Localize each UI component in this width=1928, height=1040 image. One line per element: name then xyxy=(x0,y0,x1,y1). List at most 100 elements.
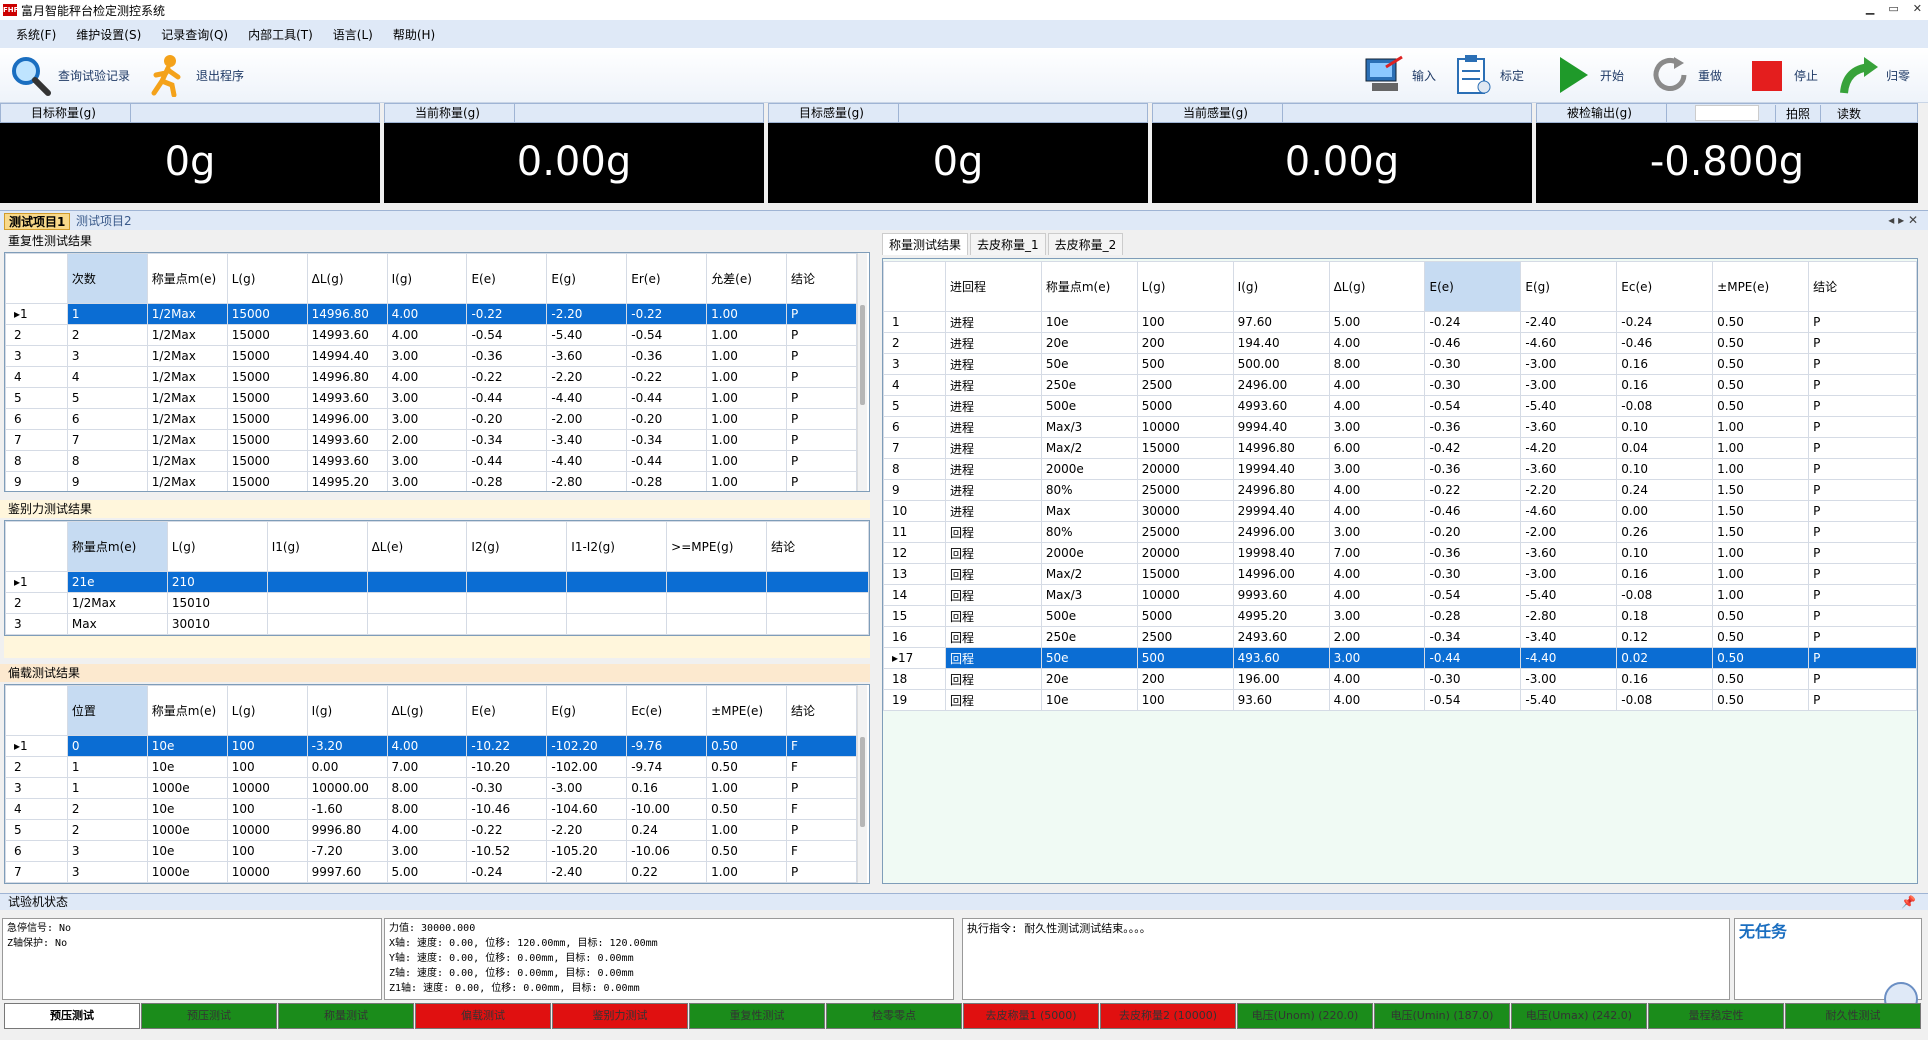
table-cell[interactable]: -0.20 xyxy=(466,408,548,430)
table-cell[interactable]: -0.54 xyxy=(1424,689,1522,711)
table-row[interactable]: 4 2 10e 100 -1.60 8.00 -10.46 -104.60 -10.00 0.50… xyxy=(5,798,857,820)
col-header[interactable]: I1-I2(g) xyxy=(566,521,668,572)
row-header[interactable]: 8 xyxy=(883,458,946,480)
row-header[interactable]: 2 xyxy=(5,324,68,346)
table-cell[interactable]: P xyxy=(1808,416,1917,438)
col-header[interactable]: 称量点m(e) xyxy=(1040,261,1138,312)
col-header[interactable]: 进回程 xyxy=(944,261,1042,312)
table-cell[interactable]: 0.00 xyxy=(1616,500,1714,522)
table-row[interactable]: 9 9 1/2Max 15000 14995.20 3.00 -0.28 -2.80 -0.28… xyxy=(5,471,857,491)
table-cell[interactable]: 2 xyxy=(66,798,148,820)
col-header[interactable]: ΔL(g) xyxy=(386,685,468,736)
table-cell[interactable]: 1.50 xyxy=(1712,521,1810,543)
table-row[interactable]: 2 2 1/2Max 15000 14993.60 4.00 -0.54 -5.40 -0.54… xyxy=(5,324,857,346)
table-cell[interactable]: -0.08 xyxy=(1616,584,1714,606)
table-cell[interactable]: 15000 xyxy=(226,345,308,367)
row-header[interactable]: ▸17 xyxy=(883,647,946,669)
table-cell[interactable]: 1/2Max xyxy=(146,429,228,451)
test-step-button[interactable]: 量程稳定性 xyxy=(1648,1003,1784,1029)
table-cell[interactable]: 14996.00 xyxy=(1232,563,1330,585)
table-cell[interactable]: P xyxy=(786,819,857,841)
table-cell[interactable]: 200 xyxy=(1136,332,1234,354)
table-cell[interactable]: 回程 xyxy=(944,542,1042,564)
col-header[interactable]: 允差(e) xyxy=(706,253,788,304)
table-cell[interactable]: -5.40 xyxy=(1520,395,1618,417)
table-cell[interactable] xyxy=(566,571,668,593)
table-cell[interactable]: 0.16 xyxy=(626,777,708,799)
table-row[interactable]: 3 1 1000e 10000 10000.00 8.00 -0.30 -3.00 0.16 1.… xyxy=(5,777,857,799)
table-cell[interactable]: 4.00 xyxy=(1328,479,1426,501)
table-cell[interactable]: 0.02 xyxy=(1616,647,1714,669)
table-cell[interactable]: P xyxy=(786,450,857,472)
table-cell[interactable]: 8 xyxy=(66,450,148,472)
table-cell[interactable]: 4.00 xyxy=(1328,668,1426,690)
table-cell[interactable]: 100 xyxy=(1136,689,1234,711)
test-step-button[interactable]: 电压(Umin) (187.0) xyxy=(1374,1003,1510,1029)
row-header[interactable]: 5 xyxy=(883,395,946,417)
row-header[interactable]: 11 xyxy=(883,521,946,543)
table-cell[interactable]: 15000 xyxy=(226,303,308,325)
table-cell[interactable]: 3 xyxy=(66,840,148,862)
menu-tools[interactable]: 内部工具(T) xyxy=(248,26,313,43)
table-cell[interactable]: -102.00 xyxy=(546,756,628,778)
col-header[interactable]: 称量点m(e) xyxy=(66,521,168,572)
table-cell[interactable]: 1.00 xyxy=(706,324,788,346)
table-cell[interactable]: 14993.60 xyxy=(306,324,388,346)
col-header[interactable]: 结论 xyxy=(786,253,857,304)
col-header[interactable]: 结论 xyxy=(786,685,857,736)
table-cell[interactable]: 1/2Max xyxy=(66,592,168,614)
table-cell[interactable]: -3.60 xyxy=(546,345,628,367)
table-cell[interactable]: P xyxy=(786,366,857,388)
table-cell[interactable]: 210 xyxy=(166,571,268,593)
table-cell[interactable]: 1.00 xyxy=(706,777,788,799)
table-cell[interactable]: -104.60 xyxy=(546,798,628,820)
table-cell[interactable]: 3.00 xyxy=(386,387,468,409)
table-cell[interactable]: P xyxy=(1808,311,1917,333)
table-cell[interactable] xyxy=(366,613,468,635)
table-cell[interactable]: -2.00 xyxy=(1520,521,1618,543)
table-cell[interactable]: 21e xyxy=(66,571,168,593)
table-cell[interactable]: 100 xyxy=(226,756,308,778)
table-cell[interactable]: 3.00 xyxy=(386,840,468,862)
table-cell[interactable]: -0.54 xyxy=(626,324,708,346)
table-cell[interactable]: 2000e xyxy=(1040,542,1138,564)
test-step-button[interactable]: 去皮称量2 (10000) xyxy=(1100,1003,1236,1029)
table-cell[interactable]: 100 xyxy=(226,735,308,757)
table-cell[interactable]: 24996.80 xyxy=(1232,479,1330,501)
table-cell[interactable]: 20000 xyxy=(1136,458,1234,480)
tab-test-2[interactable]: 测试项目2 xyxy=(72,213,136,230)
table-cell[interactable]: 196.00 xyxy=(1232,668,1330,690)
table-cell[interactable]: 500.00 xyxy=(1232,353,1330,375)
table-row[interactable]: ▸1 0 10e 100 -3.20 4.00 -10.22 -102.20 -9.76 0.50… xyxy=(5,735,857,757)
table-cell[interactable]: 1.50 xyxy=(1712,500,1810,522)
col-header[interactable]: I(g) xyxy=(386,253,468,304)
table-row[interactable]: 2 1/2Max 15010 xyxy=(5,592,869,614)
col-header[interactable]: I(g) xyxy=(306,685,388,736)
table-cell[interactable]: 10000 xyxy=(1136,416,1234,438)
col-header[interactable]: ±MPE(e) xyxy=(706,685,788,736)
col-header[interactable]: 结论 xyxy=(1808,261,1917,312)
table-cell[interactable]: -0.46 xyxy=(1424,332,1522,354)
table-cell[interactable]: -0.44 xyxy=(466,450,548,472)
col-header[interactable]: I2(g) xyxy=(466,521,568,572)
table-cell[interactable]: -9.76 xyxy=(626,735,708,757)
row-header[interactable]: 2 xyxy=(5,592,68,614)
table-cell[interactable]: -0.36 xyxy=(466,345,548,367)
table-cell[interactable]: 进程 xyxy=(944,311,1042,333)
table-cell[interactable]: 2500 xyxy=(1136,626,1234,648)
test-step-button[interactable]: 耐久性测试 xyxy=(1785,1003,1921,1029)
col-header[interactable]: E(g) xyxy=(1520,261,1618,312)
table-cell[interactable]: 1/2Max xyxy=(146,303,228,325)
table-row[interactable]: 3 进程 50e 500 500.00 8.00 -0.30 -3.00 0.16 0.50 P xyxy=(883,353,1917,375)
table-cell[interactable]: 1.00 xyxy=(706,861,788,883)
table-row[interactable]: 6 6 1/2Max 15000 14996.00 3.00 -0.20 -2.00 -0.20… xyxy=(5,408,857,430)
table-row[interactable]: 5 2 1000e 10000 9996.80 4.00 -0.22 -2.20 0.24 1.0… xyxy=(5,819,857,841)
tab-tare-2[interactable]: 去皮称量_2 xyxy=(1047,233,1124,255)
zero-button[interactable]: 归零 xyxy=(1836,50,1910,100)
row-header[interactable]: ▸1 xyxy=(5,735,68,757)
table-cell[interactable]: 15000 xyxy=(1136,563,1234,585)
calibrate-button[interactable]: 标定 xyxy=(1450,50,1524,100)
table-cell[interactable]: 回程 xyxy=(944,689,1042,711)
table-cell[interactable]: 10000.00 xyxy=(306,777,388,799)
table-cell[interactable]: 14996.80 xyxy=(1232,437,1330,459)
